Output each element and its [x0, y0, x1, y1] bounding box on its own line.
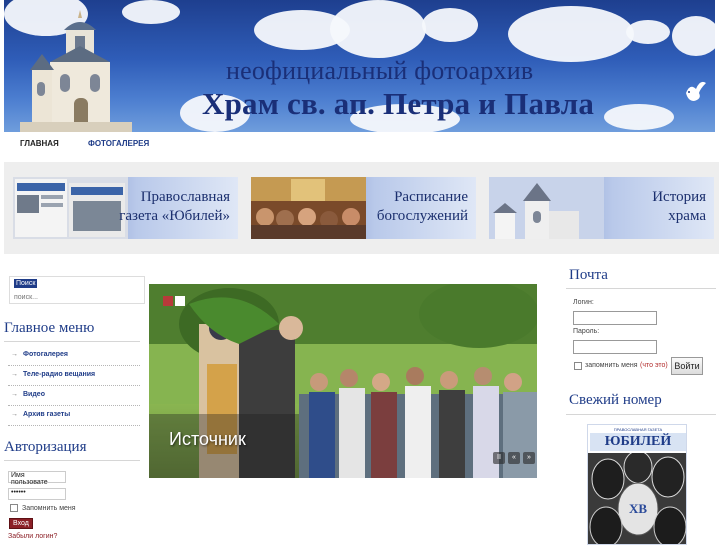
arrow-right-icon: →	[11, 411, 18, 418]
login-button[interactable]: Вход	[9, 518, 33, 529]
promo-line: храма	[668, 208, 706, 224]
easter-eggs-image	[588, 453, 686, 544]
schedule-thumbnail	[251, 177, 366, 239]
search-input[interactable]	[14, 291, 140, 303]
fresh-issue-title: Свежий номер	[569, 392, 662, 408]
arrow-right-icon: →	[11, 391, 18, 398]
menu-item-broadcast[interactable]: → Теле-радио вещания	[8, 366, 140, 386]
cloud-decoration	[508, 6, 634, 62]
fresh-issue-cover[interactable]: ПРАВОСЛАВНАЯ ГАЗЕТА ЮБИЛЕЙ ХВ	[587, 424, 687, 545]
cloud-decoration	[626, 20, 670, 44]
password-field[interactable]: ••••••	[8, 488, 66, 500]
paper-top-text: ПРАВОСЛАВНАЯ ГАЗЕТА	[613, 427, 663, 432]
main-menu-list: → Фотогалерея → Теле-радио вещания → Вид…	[8, 346, 140, 426]
promo-line: газета «Юбилей»	[119, 208, 230, 224]
mail-login-button[interactable]: Войти	[671, 357, 703, 375]
promo-line: История	[652, 189, 706, 205]
username-field[interactable]: Имя пользовате	[8, 471, 66, 486]
cloud-decoration	[330, 0, 426, 58]
photo-slideshow[interactable]: Источник II « »	[149, 284, 537, 478]
header-title: Храм св. ап. Петра и Павла	[202, 86, 595, 121]
login-label: Логин:	[573, 299, 594, 306]
pause-icon[interactable]: II	[493, 452, 505, 464]
promo-schedule-text: Расписание богослужений	[377, 188, 468, 226]
cloud-decoration	[672, 16, 715, 56]
promo-line: богослужений	[376, 208, 468, 224]
remember-checkbox[interactable]	[10, 504, 18, 512]
paper-masthead: ЮБИЛЕЙ	[590, 433, 686, 451]
promo-history[interactable]: История храма	[489, 177, 714, 239]
what-is-it-link[interactable]: (что это)	[640, 362, 668, 369]
dove-icon	[686, 81, 706, 101]
search-module: Поиск	[9, 276, 145, 304]
menu-item-label: Архив газеты	[23, 411, 71, 418]
previous-icon[interactable]: «	[508, 452, 520, 464]
site-header-banner: неофициальный фотоархив Храм св. ап. Пет…	[4, 0, 715, 132]
forgot-login-link[interactable]: Забыли логин?	[8, 533, 57, 540]
mail-password-input[interactable]	[573, 340, 657, 354]
menu-item-label: Видео	[23, 391, 45, 398]
main-menu-title: Главное меню	[4, 320, 95, 336]
menu-item-archive[interactable]: → Архив газеты	[8, 406, 140, 426]
arrow-right-icon: →	[11, 371, 18, 378]
divider	[4, 460, 140, 461]
nav-home-link[interactable]: ГЛАВНАЯ	[20, 139, 59, 148]
search-label: Поиск	[14, 279, 38, 288]
cloud-decoration	[422, 8, 478, 42]
church-image	[20, 10, 132, 132]
divider	[4, 341, 140, 342]
auth-title: Авторизация	[4, 439, 87, 455]
promo-line: Православная	[140, 189, 230, 205]
promo-schedule[interactable]: Расписание богослужений	[251, 177, 476, 239]
divider	[566, 288, 716, 289]
promo-history-text: История храма	[652, 188, 706, 226]
paper-mark: ХВ	[628, 501, 648, 516]
slide-caption: Источник	[169, 429, 246, 449]
promo-newspaper[interactable]: Православная газета «Юбилей»	[13, 177, 238, 239]
mail-remember-checkbox[interactable]	[574, 362, 582, 370]
menu-item-video[interactable]: → Видео	[8, 386, 140, 406]
mail-login-input[interactable]	[573, 311, 657, 325]
slide-indicator-active[interactable]	[163, 296, 173, 306]
mail-remember-label: запомнить меня	[585, 362, 638, 369]
arrow-right-icon: →	[11, 351, 18, 358]
divider	[566, 414, 716, 415]
next-icon[interactable]: »	[523, 452, 535, 464]
slide-indicator[interactable]	[175, 296, 185, 306]
promo-strip: Православная газета «Юбилей» Расписание …	[4, 162, 719, 254]
menu-item-label: Теле-радио вещания	[23, 371, 96, 378]
history-thumbnail	[489, 177, 604, 239]
menu-item-label: Фотогалерея	[23, 351, 68, 358]
top-navigation: ГЛАВНАЯ ФОТОГАЛЕРЕЯ	[4, 134, 719, 154]
newspaper-thumbnail	[13, 177, 128, 239]
password-label: Пароль:	[573, 328, 600, 335]
menu-item-gallery[interactable]: → Фотогалерея	[8, 346, 140, 366]
remember-label: Запомнить меня	[22, 505, 76, 512]
header-subtitle: неофициальный фотоархив	[226, 56, 534, 85]
nav-gallery-link[interactable]: ФОТОГАЛЕРЕЯ	[88, 139, 149, 148]
promo-line: Расписание	[394, 189, 468, 205]
mail-title: Почта	[569, 267, 608, 283]
cloud-decoration	[604, 104, 674, 130]
promo-newspaper-text: Православная газета «Юбилей»	[119, 188, 230, 226]
